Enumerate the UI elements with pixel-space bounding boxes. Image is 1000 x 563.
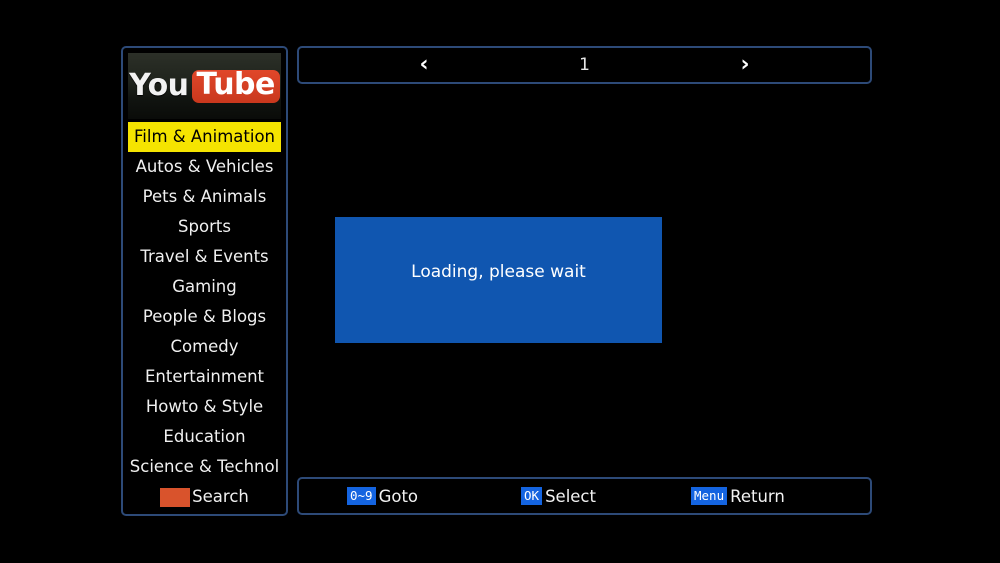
sidebar-item-howto-style[interactable]: Howto & Style <box>128 392 281 422</box>
hint-select[interactable]: OK Select <box>521 479 596 513</box>
key-badge-ok: OK <box>521 487 543 505</box>
youtube-logo-tube-badge: Tube <box>191 69 280 103</box>
hint-return[interactable]: Menu Return <box>691 479 785 513</box>
sidebar-item-autos-vehicles[interactable]: Autos & Vehicles <box>128 152 281 182</box>
sidebar-item-gaming[interactable]: Gaming <box>128 272 281 302</box>
hint-goto[interactable]: 0~9 Goto <box>347 479 418 513</box>
youtube-logo-inner: You Tube <box>129 68 280 103</box>
loading-message: Loading, please wait <box>411 262 586 282</box>
sidebar-item-people-blogs[interactable]: People & Blogs <box>128 302 281 332</box>
tv-youtube-app-screen: You Tube Film & Animation Autos & Vehicle… <box>0 0 1000 563</box>
loading-panel: Loading, please wait <box>335 217 662 343</box>
hint-goto-label: Goto <box>378 486 419 506</box>
hint-return-label: Return <box>730 486 785 506</box>
category-sidebar: You Tube Film & Animation Autos & Vehicle… <box>121 46 288 516</box>
hint-select-label: Select <box>545 486 596 506</box>
sidebar-item-film-animation[interactable]: Film & Animation <box>128 122 281 152</box>
sidebar-item-education[interactable]: Education <box>128 422 281 452</box>
sidebar-item-search[interactable]: Search <box>128 482 281 512</box>
chevron-right-icon[interactable]: › <box>715 54 775 76</box>
key-badge-menu: Menu <box>691 487 728 505</box>
sidebar-item-science-technology[interactable]: Science & Technol <box>128 452 281 482</box>
pagination-bar: ‹ 1 › <box>297 46 872 84</box>
sidebar-item-sports[interactable]: Sports <box>128 212 281 242</box>
sidebar-item-pets-animals[interactable]: Pets & Animals <box>128 182 281 212</box>
search-icon <box>160 487 191 507</box>
sidebar-item-search-label: Search <box>192 487 249 506</box>
sidebar-item-comedy[interactable]: Comedy <box>128 332 281 362</box>
youtube-logo: You Tube <box>128 53 281 119</box>
page-number: 1 <box>579 55 590 75</box>
category-menu-list: Film & Animation Autos & Vehicles Pets &… <box>128 122 281 514</box>
sidebar-item-entertainment[interactable]: Entertainment <box>128 362 281 392</box>
chevron-left-icon[interactable]: ‹ <box>394 54 454 76</box>
sidebar-item-travel-events[interactable]: Travel & Events <box>128 242 281 272</box>
key-badge-numeric: 0~9 <box>347 487 376 505</box>
key-hint-bar: 0~9 Goto OK Select Menu Return <box>297 477 872 515</box>
youtube-logo-you-text: You <box>129 68 189 103</box>
